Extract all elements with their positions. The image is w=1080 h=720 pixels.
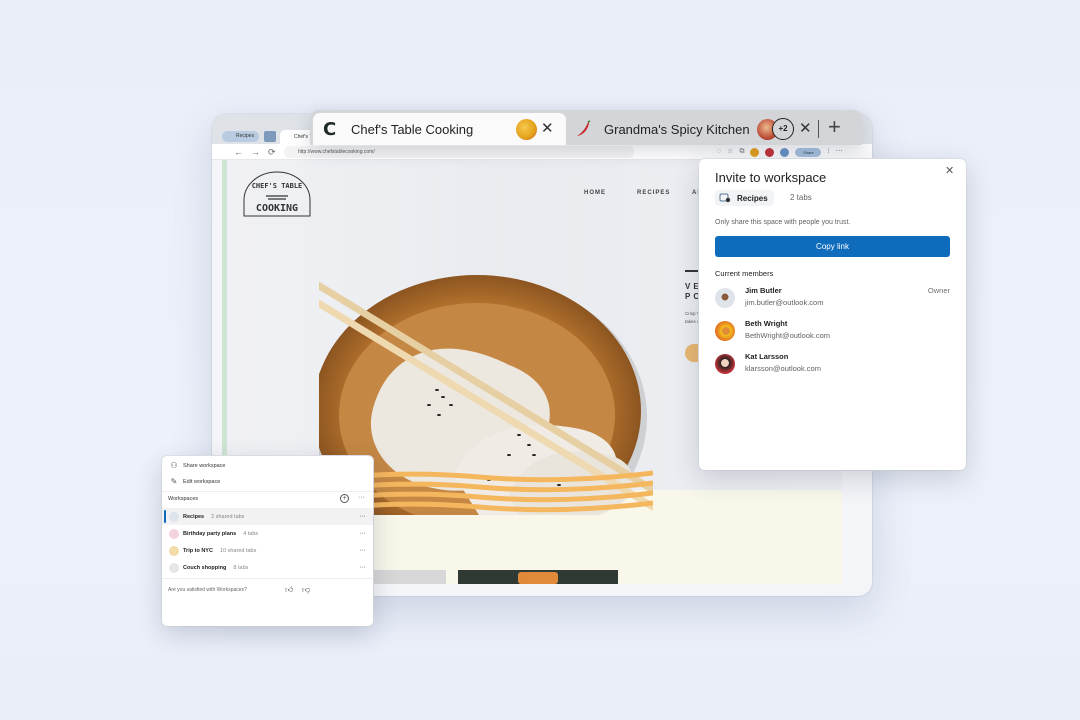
workspaces-panel: ⚇ Share workspace ✎ Edit workspace Works… <box>162 456 373 626</box>
nav-home[interactable]: HOME <box>584 190 606 196</box>
chefs-table-logo[interactable]: CHEF'S TABLE COOKING <box>242 170 312 218</box>
share-workspace-item[interactable]: ⚇ Share workspace <box>162 457 373 474</box>
close-tab-icon[interactable]: ✕ <box>799 119 812 137</box>
logo-top-text: CHEF'S TABLE <box>252 182 303 190</box>
member-email: klarsson@outlook.com <box>745 364 821 373</box>
workspace-name: Couch shopping <box>183 564 227 571</box>
copy-link-button[interactable]: Copy link <box>715 236 950 257</box>
mini-workspace-tab[interactable]: Recipes <box>222 131 260 142</box>
more-options-icon[interactable]: ··· <box>360 564 366 571</box>
favorite-star-icon[interactable]: ☆ <box>727 147 733 157</box>
back-icon[interactable]: ← <box>234 146 243 158</box>
trust-note: Only share this space with people you tr… <box>715 219 851 226</box>
collections-icon[interactable]: ⧉ <box>739 147 744 157</box>
member-name: Kat Larsson <box>745 352 789 361</box>
more-options-icon[interactable]: ··· <box>358 494 365 501</box>
member-row: Kat Larsson klarsson@outlook.com <box>715 352 950 380</box>
avatar <box>715 354 735 374</box>
invite-to-workspace-dialog: Invite to workspace ✕ Recipes 2 tabs Onl… <box>699 159 966 470</box>
collaborator-avatar[interactable] <box>516 119 537 140</box>
forward-icon[interactable]: → <box>251 146 260 158</box>
workspace-item-recipes[interactable]: Recipes 2 shared tabs ··· <box>162 508 373 525</box>
thumbs-up-icon[interactable]: 👍︎ <box>285 585 293 595</box>
close-icon[interactable]: ✕ <box>945 164 954 177</box>
chili-pepper-icon <box>577 120 591 136</box>
workspace-count: 8 tabs <box>233 564 249 571</box>
close-tab-icon[interactable]: ✕ <box>541 119 554 137</box>
mini-workspace-label: Recipes <box>236 133 255 139</box>
workspace-icon <box>169 562 179 573</box>
member-name: Jim Butler <box>745 286 782 295</box>
edit-workspace-item[interactable]: ✎ Edit workspace <box>162 473 373 490</box>
more-options-icon[interactable]: ··· <box>360 547 366 554</box>
toolbar-icons: ◌ ☆ ⧉ Share ⁝ ⋯ <box>717 147 843 157</box>
tab-grandmas-spicy-kitchen[interactable]: Grandma's Spicy Kitchen +2 ✕ <box>566 113 856 145</box>
member-row: Beth Wright BethWright@outlook.com <box>715 319 950 347</box>
menu-label: Share workspace <box>183 462 226 469</box>
workspace-icon <box>169 528 179 539</box>
collaborator-avatar[interactable] <box>750 147 760 157</box>
avatar <box>715 321 735 341</box>
read-aloud-icon[interactable]: ◌ <box>717 147 721 157</box>
tab-strip: C Chef's Table Cooking ✕ Grandma's Spicy… <box>310 110 862 145</box>
member-email: BethWright@outlook.com <box>745 331 831 340</box>
member-role: Owner <box>927 286 950 295</box>
member-row: Jim Butler jim.butler@outlook.com Owner <box>715 286 950 314</box>
thumbs-down-icon[interactable]: 👎︎ <box>302 585 310 595</box>
share-workspace-icon: ⚇ <box>170 460 178 470</box>
workspace-chip: Recipes <box>715 190 774 206</box>
avatar <box>715 288 735 308</box>
profile-avatar[interactable] <box>780 147 790 157</box>
recipe-thumbnail[interactable] <box>458 570 618 584</box>
nav-recipes[interactable]: RECIPES <box>637 190 670 196</box>
menu-label: Edit workspace <box>183 478 221 485</box>
divider <box>162 578 373 579</box>
collaborator-avatar[interactable] <box>765 147 775 157</box>
more-collaborators-badge[interactable]: +2 <box>772 118 794 140</box>
dialog-title: Invite to workspace <box>715 170 827 185</box>
workspaces-heading: Workspaces <box>168 496 199 502</box>
tab-divider <box>818 120 819 138</box>
divider <box>162 491 373 492</box>
workspace-name: Recipes <box>737 193 768 203</box>
workspace-count: 10 shared tabs <box>219 547 257 554</box>
more-options-icon[interactable]: ··· <box>360 513 366 520</box>
chefs-table-favicon: C <box>323 118 337 140</box>
workspace-item-birthday[interactable]: Birthday party plans 4 tabs ··· <box>162 525 373 542</box>
tab-chefs-table[interactable]: C Chef's Table Cooking ✕ <box>313 113 566 145</box>
feedback-question: Are you satisfied with Workspaces? <box>168 587 247 593</box>
pencil-icon: ✎ <box>170 476 178 486</box>
address-toolbar: ← → ⟳ http://www.chefstablecooking.com/ … <box>212 144 872 160</box>
workspace-icon <box>169 511 179 522</box>
refresh-icon[interactable]: ⟳ <box>268 146 276 158</box>
members-heading: Current members <box>715 269 774 278</box>
new-tab-button[interactable]: + <box>828 113 841 141</box>
selected-indicator <box>164 510 166 523</box>
member-name: Beth Wright <box>745 319 788 328</box>
member-email: jim.butler@outlook.com <box>745 298 824 307</box>
workspace-name: Trip to NYC <box>183 547 213 554</box>
workspace-item-couch[interactable]: Couch shopping 8 tabs ··· <box>162 559 373 576</box>
more-options-icon[interactable]: ··· <box>360 530 366 537</box>
logo-bottom-text: COOKING <box>256 203 298 214</box>
tab-title: Chef's Table Cooking <box>351 121 474 137</box>
extensions-icon[interactable]: ⁝ <box>827 147 829 157</box>
workspace-name: Birthday party plans <box>183 530 237 537</box>
workspace-name: Recipes <box>183 513 205 520</box>
workspace-item-nyc[interactable]: Trip to NYC 10 shared tabs ··· <box>162 542 373 559</box>
workspace-count: 4 tabs <box>243 530 259 537</box>
share-pill-button[interactable]: Share <box>795 147 822 157</box>
url-bar[interactable]: http://www.chefstablecooking.com/ <box>284 146 634 158</box>
workspace-count: 2 shared tabs <box>211 513 245 520</box>
workspace-icon <box>719 193 731 203</box>
add-workspace-button[interactable]: + <box>340 494 349 503</box>
workspace-icon <box>169 545 179 556</box>
more-menu-icon[interactable]: ⋯ <box>836 147 843 157</box>
mini-workspace-icon[interactable] <box>264 131 276 142</box>
workspace-tab-count: 2 tabs <box>790 193 812 202</box>
tab-title: Grandma's Spicy Kitchen <box>604 121 750 137</box>
